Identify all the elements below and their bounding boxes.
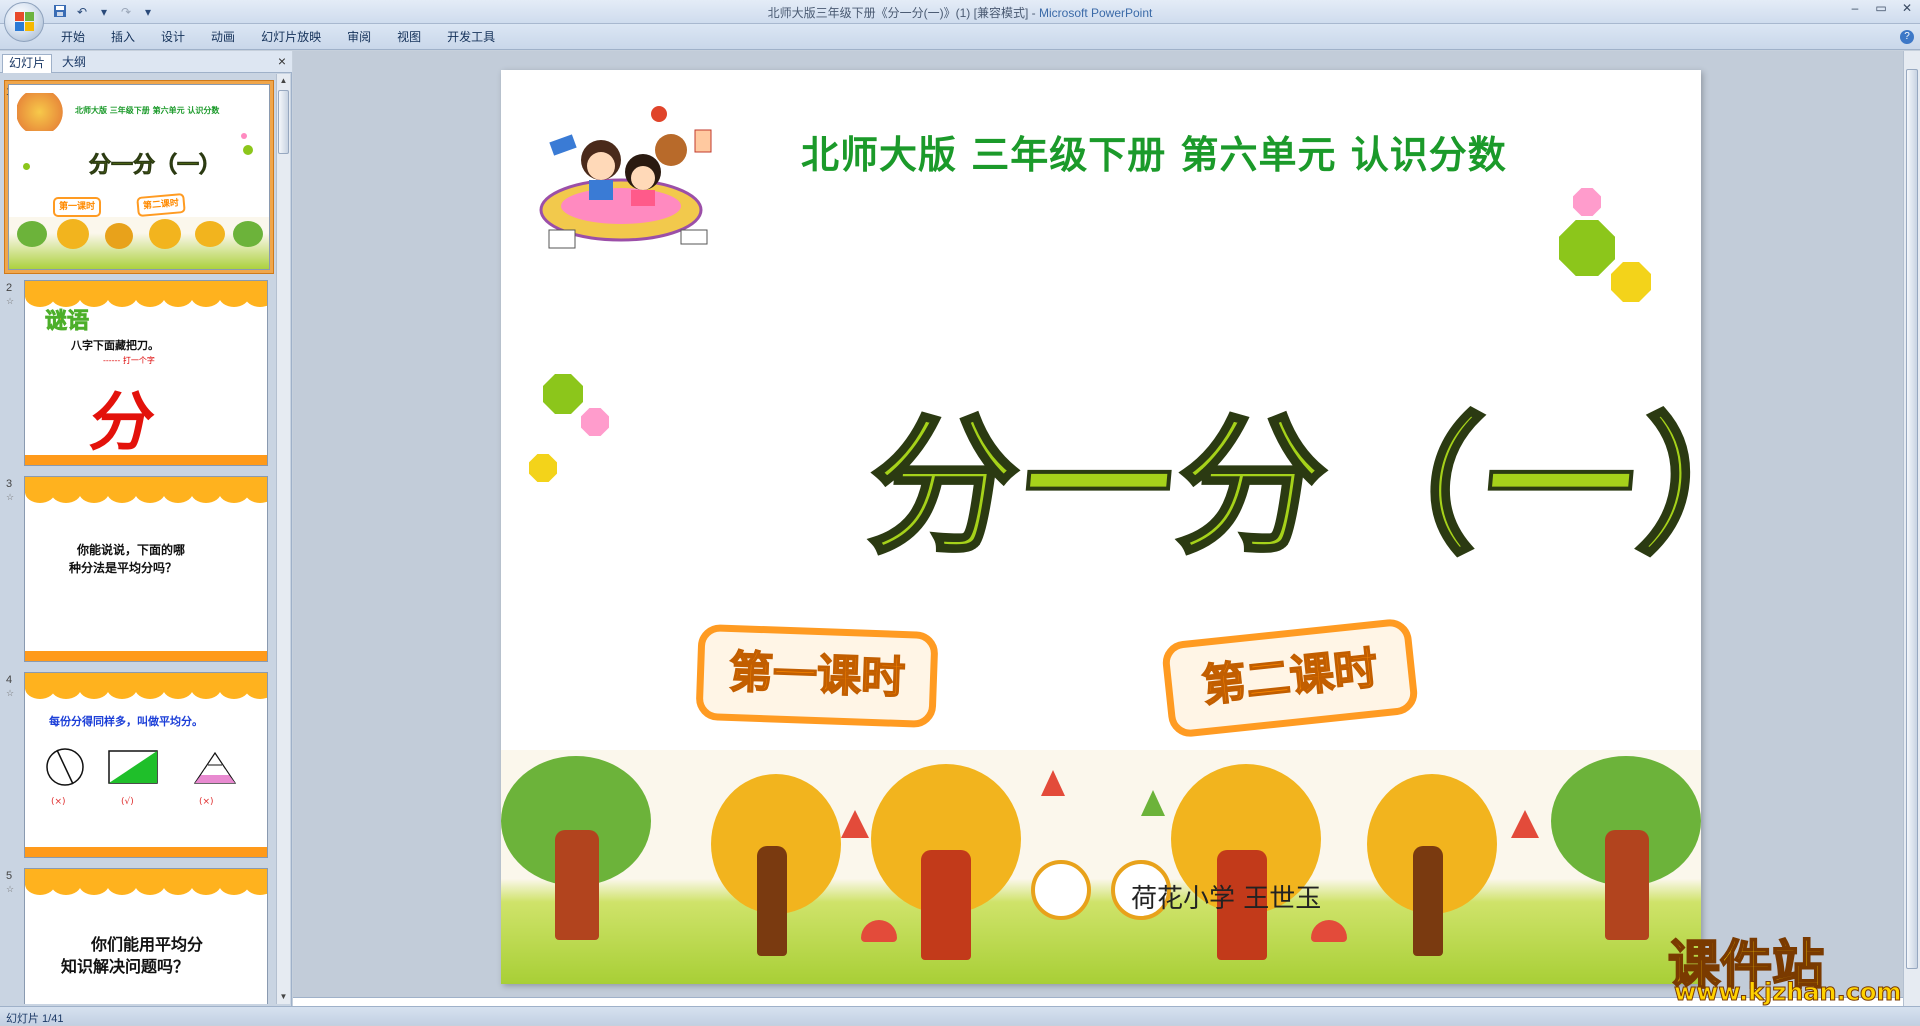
tab-design[interactable]: 设计 — [148, 29, 198, 45]
minimize-button[interactable]: – — [1842, 0, 1868, 18]
current-slide[interactable]: 北师大版 三年级下册 第六单元 认识分数 分一分（一） 第一课时 第二课时 荷花… — [501, 70, 1701, 984]
window-title: 北师大版三年级下册《分一分(一)》(1) [兼容模式] - Microsoft … — [767, 6, 1153, 20]
slide-scrollbar[interactable] — [1903, 51, 1920, 1006]
scroll-down-icon[interactable]: ▼ — [277, 990, 290, 1004]
slide-thumbnail-3[interactable]: 3 ☆ 你能说说，下面的哪 种分法是平均分吗？ — [0, 476, 276, 672]
thumb-title: 北师大版 三年级下册 第六单元 认识分数 — [75, 106, 220, 115]
tab-home[interactable]: 开始 — [48, 29, 98, 45]
lesson-2-button[interactable]: 第二课时 — [1160, 617, 1420, 739]
slide-editor: 北师大版 三年级下册 第六单元 认识分数 分一分（一） 第一课时 第二课时 荷花… — [293, 51, 1903, 997]
slide-thumbnail-4[interactable]: 4 ☆ 每份分得同样多，叫做平均分。 (×) (√) (×) — [0, 672, 276, 868]
decor-octagon — [581, 408, 609, 436]
thumb-question-line2: 知识解决问题吗？ — [61, 957, 190, 976]
tab-slideshow[interactable]: 幻灯片放映 — [248, 29, 334, 45]
author-credit: 荷花小学 王世玉 — [1131, 884, 1322, 914]
slide-thumbnail-2[interactable]: 2 ☆ 谜语 八字下面藏把刀。 ------ 打一个字 分 — [0, 280, 276, 476]
thumb-lesson1: 第一课时 — [53, 197, 101, 217]
decor-octagon — [529, 454, 557, 482]
slide-number: 5 — [6, 870, 13, 882]
riddle-heading: 谜语 — [45, 309, 90, 335]
scrollbar-thumb[interactable] — [1906, 69, 1918, 969]
mark-2: (√) — [121, 797, 134, 807]
slide-thumbnail-1[interactable]: 1 北师大版 三年级下册 第六单元 认识分数 分一分（一） 第一课时 第二课时 — [0, 80, 276, 280]
thumb-definition: 每份分得同样多，叫做平均分。 — [49, 715, 203, 728]
mark-1: (×) — [51, 797, 66, 807]
tab-view[interactable]: 视图 — [384, 29, 434, 45]
slide-subtitle: 北师大版 三年级下册 第六单元 认识分数 — [801, 133, 1507, 177]
panel-tabs: 幻灯片 大纲 × — [0, 51, 292, 73]
thumb-big-title: 分一分（一） — [89, 153, 222, 179]
tab-animations[interactable]: 动画 — [198, 29, 248, 45]
office-logo-icon — [15, 12, 35, 32]
slide-number: 3 — [6, 478, 13, 490]
riddle-line: 八字下面藏把刀。 — [71, 339, 159, 352]
close-button[interactable]: ✕ — [1894, 0, 1920, 18]
thumb-lesson2: 第二课时 — [136, 192, 186, 218]
animation-star-icon: ☆ — [6, 884, 15, 894]
lesson-1-button[interactable]: 第一课时 — [695, 623, 939, 729]
thumb-question-line1: 你能说说，下面的哪 — [77, 543, 186, 557]
window-controls: – ▭ ✕ — [1842, 0, 1920, 18]
tab-insert[interactable]: 插入 — [98, 29, 148, 45]
scrollbar-thumb[interactable] — [278, 90, 289, 154]
maximize-button[interactable]: ▭ — [1868, 0, 1894, 18]
animation-star-icon: ☆ — [6, 492, 15, 502]
status-bar: 幻灯片 1/41 — [0, 1006, 1920, 1025]
tab-outline[interactable]: 大纲 — [56, 54, 92, 73]
slide-thumbnail-5[interactable]: 5 ☆ 你们能用平均分 知识解决问题吗？ — [0, 868, 276, 1004]
office-button[interactable] — [4, 2, 44, 42]
panel-close-icon[interactable]: × — [278, 53, 286, 69]
slide-number: 4 — [6, 674, 13, 686]
tab-developer[interactable]: 开发工具 — [434, 29, 508, 45]
watermark-url: www.kjzhan.com — [1673, 978, 1902, 1007]
main-title: 分一分（一） — [860, 397, 1701, 575]
mark-3: (×) — [199, 797, 214, 807]
slide-counter: 幻灯片 1/41 — [6, 1013, 64, 1025]
title-bar: ↶ ▾ ↷ ▾ 北师大版三年级下册《分一分(一)》(1) [兼容模式] - Mi… — [0, 0, 1920, 42]
slide-number: 2 — [6, 282, 13, 294]
animation-star-icon: ☆ — [6, 296, 15, 306]
slides-panel: 幻灯片 大纲 × 1 北师大版 三年级下册 第六单元 认识分数 分一分（一） 第… — [0, 51, 292, 1006]
thumbnail-scrollbar[interactable]: ▲ ▼ — [276, 74, 290, 1004]
tab-slides[interactable]: 幻灯片 — [2, 54, 53, 73]
tab-review[interactable]: 审阅 — [334, 29, 384, 45]
ribbon-tabs: 开始 插入 设计 动画 幻灯片放映 审阅 视图 开发工具 ? — [0, 24, 1920, 50]
forest-banner — [501, 750, 1701, 984]
notes-pane[interactable] — [293, 997, 1903, 1006]
thumbnail-list: 1 北师大版 三年级下册 第六单元 认识分数 分一分（一） 第一课时 第二课时 — [0, 74, 276, 1004]
decor-octagon — [543, 374, 583, 414]
thumb-question-line2: 种分法是平均分吗？ — [69, 561, 178, 575]
thumb-question-line1: 你们能用平均分 — [91, 935, 204, 954]
riddle-hint: ------ 打一个字 — [103, 356, 155, 365]
kids-illustration — [17, 93, 73, 131]
help-icon[interactable]: ? — [1900, 30, 1914, 44]
riddle-answer: 分 — [84, 386, 160, 460]
animation-star-icon: ☆ — [6, 688, 15, 698]
kids-reading-illustration — [539, 106, 712, 249]
decor-octagon — [1559, 220, 1615, 276]
decor-octagon — [1611, 262, 1651, 302]
scroll-up-icon[interactable]: ▲ — [277, 74, 290, 88]
decor-octagon — [1573, 188, 1601, 216]
shape-diagrams — [46, 748, 237, 786]
thumb-forest — [9, 217, 269, 269]
